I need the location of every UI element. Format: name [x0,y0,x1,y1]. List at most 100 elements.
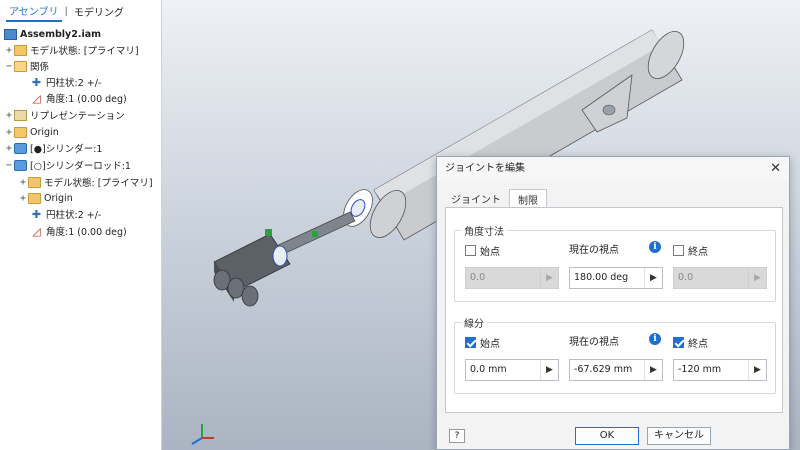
tab-joint[interactable]: ジョイント [443,189,509,207]
linear-current-label: 現在の視点 [569,337,619,348]
angle-current-field[interactable]: 180.00 deg ▶ [569,267,663,289]
linear-group-label: 線分 [461,315,487,330]
linear-end-field[interactable]: -120 mm ▶ [673,359,767,381]
info-icon[interactable]: i [649,333,661,345]
tree-item-label: [○]シリンダーロッド:1 [30,161,131,172]
folder-icon [14,44,27,56]
dialog-titlebar[interactable]: ジョイントを編集 ✕ [437,157,789,181]
tree-item-rod-angle[interactable]: ◿ 角度:1 (0.00 deg) [30,223,127,239]
tree-item-label: リプレゼンテーション [30,111,125,122]
tree-item-label: 関係 [30,62,50,73]
tree-item-label: モデル状態: [プライマリ] [44,178,153,189]
tree-item-label: 円柱状:2 +/- [46,78,102,89]
tree-item-rod-origin[interactable]: + Origin [18,190,73,206]
angle-group-label: 角度寸法 [461,223,507,238]
linear-end-label: 終点 [688,339,708,350]
angle-end-label: 終点 [688,247,708,258]
checkbox-checked-icon[interactable] [673,337,684,348]
tree-item-rod-cylindrical-joint[interactable]: ✚ 円柱状:2 +/- [30,206,101,222]
assembly-icon [4,28,17,40]
part-icon [14,142,27,154]
linear-start-field[interactable]: 0.0 mm ▶ [465,359,559,381]
linear-start-checkbox[interactable]: 始点 [465,335,500,350]
linear-start-value[interactable]: 0.0 mm [466,360,540,380]
linear-current-value[interactable]: -67.629 mm [570,360,644,380]
tree-item-label: Assembly2.iam [20,28,102,40]
linear-group: 線分 始点 現在の視点 i 終点 0.0 mm ▶ -67.629 mm ▶ -… [454,315,776,394]
angle-group: 角度寸法 始点 現在の視点 i 終点 0.0 ▶ 180.00 deg ▶ 0.… [454,223,776,302]
cylindrical-joint-icon: ✚ [31,75,42,89]
angle-constraint-icon: ◿ [32,91,41,105]
joint-glyph-handle[interactable] [265,229,272,236]
angle-constraint-icon: ◿ [32,224,41,238]
expand-icon[interactable]: + [18,193,28,204]
folder-icon [14,126,27,138]
close-icon[interactable]: ✕ [770,157,781,181]
tree-item-rod-model-state[interactable]: + モデル状態: [プライマリ] [18,174,153,190]
expand-icon[interactable]: + [4,143,14,154]
angle-start-label: 始点 [480,247,500,258]
expand-icon[interactable]: + [4,45,14,56]
tab-separator: | [64,5,68,17]
dialog-tabs: ジョイント 制限 [443,189,547,207]
checkbox-checked-icon[interactable] [465,337,476,348]
angle-end-checkbox[interactable]: 終点 [673,243,708,258]
tree-item-label: Origin [30,126,59,138]
browser-tabs: アセンブリ | モデリング [0,0,161,22]
info-icon[interactable]: i [649,241,661,253]
linear-end-checkbox[interactable]: 終点 [673,335,708,350]
checkbox-icon[interactable] [465,245,476,256]
flyout-arrow-icon: ▶ [748,268,766,288]
help-icon[interactable]: ? [449,429,465,443]
tree-item-origin[interactable]: + Origin [4,124,59,140]
cylindrical-joint-icon: ✚ [31,207,42,221]
joint-glyph-handle[interactable] [312,231,318,237]
tab-limits[interactable]: 制限 [509,189,547,207]
tab-assembly[interactable]: アセンブリ [6,1,62,22]
checkbox-icon[interactable] [673,245,684,256]
folder-icon [28,176,41,188]
expand-icon[interactable]: + [4,127,14,138]
tree-item-label: 円柱状:2 +/- [46,210,102,221]
edit-joint-dialog: ジョイントを編集 ✕ ジョイント 制限 角度寸法 始点 現在の視点 i 終点 0… [436,156,790,450]
folder-icon [28,192,41,204]
folder-open-icon [14,60,27,72]
flyout-arrow-icon[interactable]: ▶ [644,268,662,288]
cancel-button[interactable]: キャンセル [647,427,711,445]
tree-item-label: モデル状態: [プライマリ] [30,46,139,57]
tree-item-relationships[interactable]: − 関係 [4,58,49,74]
angle-current-value[interactable]: 180.00 deg [570,268,644,288]
flyout-arrow-icon[interactable]: ▶ [540,360,558,380]
angle-current-label: 現在の視点 [569,245,619,256]
tree-item-cylinder-rod[interactable]: − [○]シリンダーロッド:1 [4,157,131,173]
tree-item-cylinder[interactable]: + [●]シリンダー:1 [4,140,102,156]
angle-start-checkbox[interactable]: 始点 [465,243,500,258]
tree-item-angle[interactable]: ◿ 角度:1 (0.00 deg) [30,90,127,106]
tree-item-cylindrical-joint[interactable]: ✚ 円柱状:2 +/- [30,74,101,90]
linear-end-value[interactable]: -120 mm [674,360,748,380]
tree-item-label: 角度:1 (0.00 deg) [46,227,127,238]
expand-icon[interactable]: + [18,177,28,188]
collapse-icon[interactable]: − [4,160,14,171]
part-icon [14,159,27,171]
angle-end-value: 0.0 [678,272,694,283]
flyout-arrow-icon[interactable]: ▶ [644,360,662,380]
angle-start-value: 0.0 [470,272,486,283]
linear-current-field[interactable]: -67.629 mm ▶ [569,359,663,381]
tree-item-representations[interactable]: + リプレゼンテーション [4,107,125,123]
ok-button[interactable]: OK [575,427,639,445]
representation-icon [14,109,27,121]
triad-icon [191,424,214,445]
collapse-icon[interactable]: − [4,61,14,72]
flyout-arrow-icon[interactable]: ▶ [748,360,766,380]
cylinder-rod[interactable] [213,211,356,307]
expand-icon[interactable]: + [4,110,14,121]
tree-item-assembly[interactable]: Assembly2.iam [4,26,101,42]
tab-modeling[interactable]: モデリング [71,2,127,21]
flyout-arrow-icon: ▶ [540,268,558,288]
tree-item-model-state[interactable]: + モデル状態: [プライマリ] [4,42,139,58]
model-browser: アセンブリ | モデリング Assembly2.iam + モデル状態: [プラ… [0,0,162,450]
limits-panel: 角度寸法 始点 現在の視点 i 終点 0.0 ▶ 180.00 deg ▶ 0.… [445,207,783,413]
linear-start-label: 始点 [480,339,500,350]
tree-item-label: Origin [44,192,73,204]
